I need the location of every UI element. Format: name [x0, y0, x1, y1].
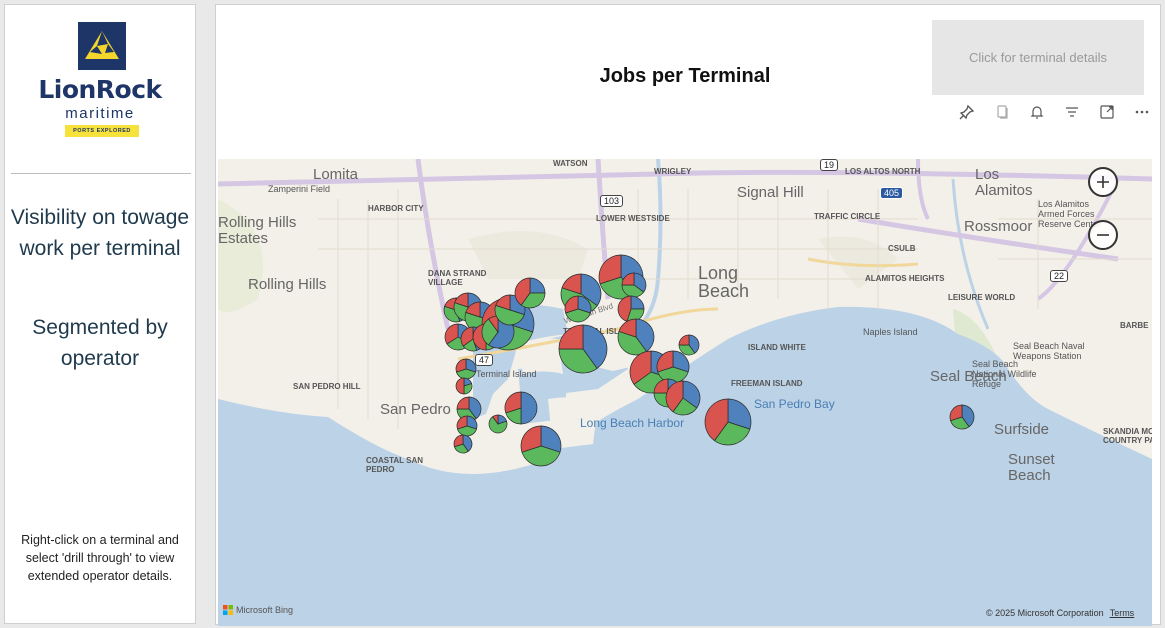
- terminal-pie-marker[interactable]: [564, 295, 592, 323]
- pie-slice-operator-a[interactable]: [630, 295, 645, 310]
- pin-icon[interactable]: [956, 101, 977, 122]
- terminal-pie-marker[interactable]: [678, 334, 700, 356]
- terminal-pie-marker[interactable]: [504, 391, 538, 425]
- bell-icon[interactable]: [1026, 101, 1047, 122]
- brand-name: LionRock: [38, 75, 162, 104]
- map-copyright: © 2025 Microsoft Corporation Terms: [986, 608, 1134, 618]
- pie-slice-operator-a[interactable]: [529, 277, 546, 294]
- sidebar-divider: [11, 173, 191, 174]
- pie-slice-operator-c[interactable]: [558, 324, 584, 350]
- terminal-map[interactable]: Lomita Zamperini Field HARBOR CITY WATSON WR…: [218, 159, 1152, 626]
- terminal-pie-marker[interactable]: [455, 377, 473, 395]
- terminal-details-button[interactable]: Click for terminal details: [932, 20, 1144, 95]
- terminal-pie-marker[interactable]: [514, 277, 546, 309]
- terminal-pie-marker[interactable]: [656, 350, 690, 384]
- pie-slice-operator-c[interactable]: [455, 377, 465, 395]
- map-visual-panel: Jobs per Terminal Click for terminal det…: [215, 4, 1161, 626]
- terminal-pie-marker[interactable]: [520, 425, 562, 467]
- minus-icon: [1097, 234, 1109, 236]
- terminal-pie-marker[interactable]: [621, 272, 647, 298]
- plus-icon: [1097, 176, 1109, 188]
- terminal-pie-layer[interactable]: [218, 159, 1152, 626]
- terminal-pie-marker[interactable]: [665, 380, 701, 416]
- terminal-pie-marker[interactable]: [456, 415, 478, 437]
- terminal-pie-marker[interactable]: [704, 398, 752, 446]
- copy-icon[interactable]: [991, 101, 1012, 122]
- zoom-out-button[interactable]: [1088, 220, 1118, 250]
- visibility-description: Visibility on towage work per terminal: [10, 206, 190, 260]
- visual-title: Jobs per Terminal: [599, 65, 771, 87]
- pie-slice-operator-c[interactable]: [456, 396, 470, 410]
- visual-header-toolbar: [956, 101, 1152, 122]
- copyright-text: © 2025 Microsoft Corporation: [986, 608, 1104, 618]
- terminal-pie-marker[interactable]: [558, 324, 608, 374]
- terminal-pie-marker[interactable]: [949, 404, 975, 430]
- brand-subtitle: maritime: [65, 105, 135, 122]
- terminal-pie-marker[interactable]: [453, 434, 473, 454]
- terminal-pie-marker[interactable]: [617, 318, 655, 356]
- terms-link[interactable]: Terms: [1110, 608, 1135, 618]
- pie-slice-operator-a[interactable]: [520, 391, 538, 425]
- lionrock-logo-icon: [78, 22, 126, 70]
- segmentation-description: Segmented by operator: [32, 316, 168, 370]
- focus-mode-icon[interactable]: [1096, 101, 1117, 122]
- terminal-pie-marker[interactable]: [488, 414, 508, 434]
- zoom-in-button[interactable]: [1088, 167, 1118, 197]
- brand-tagline: PORTS EXPLORED: [65, 125, 139, 137]
- bing-attribution: Microsoft Bing: [223, 605, 293, 615]
- left-info-panel: LionRock maritime PORTS EXPLORED Visibil…: [4, 4, 196, 624]
- more-options-icon[interactable]: [1131, 101, 1152, 122]
- drill-through-hint: Right-click on a terminal and select 'dr…: [21, 533, 179, 583]
- terminal-pie-marker[interactable]: [617, 295, 645, 323]
- terminal-pie-marker[interactable]: [455, 358, 477, 380]
- microsoft-logo-icon: [223, 605, 233, 615]
- bing-label: Microsoft Bing: [236, 605, 294, 615]
- pie-slice-operator-c[interactable]: [678, 334, 690, 346]
- filter-icon[interactable]: [1061, 101, 1082, 122]
